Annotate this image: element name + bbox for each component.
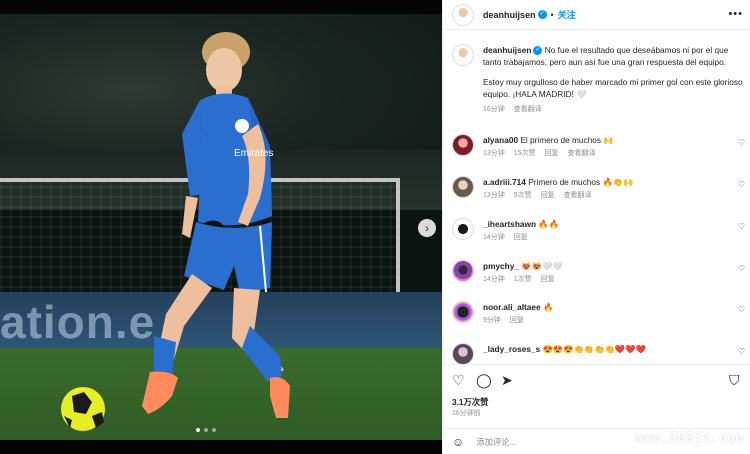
svg-text:Emirates: Emirates (234, 148, 273, 159)
comment-username[interactable]: alyana00 (483, 135, 518, 145)
avatar[interactable] (452, 3, 474, 26)
heart-icon[interactable]: ♡ (738, 305, 745, 314)
carousel-indicator (196, 428, 216, 432)
avatar[interactable] (452, 260, 474, 282)
comment-meta: 13分钟 15次赞 回复 查看翻译 (483, 148, 731, 160)
avatar[interactable] (452, 44, 474, 66)
comment-item: _iheartshawn 🔥🔥 14分钟 回复 ♡ (452, 218, 749, 244)
post-sidebar: deanhuijsen ✓ • 关注 ••• deanhuijsen ✓ No f… (442, 0, 750, 454)
player-figure: Emirates (142, 32, 290, 418)
see-translation-link[interactable]: 查看翻译 (567, 150, 595, 157)
comment-meta: 14分钟 回复 (483, 232, 731, 244)
comment-text: 🔥🔥 (538, 219, 560, 229)
caption-text-1: deanhuijsen ✓ No fue el resultado que des… (483, 44, 745, 68)
post-header: deanhuijsen ✓ • 关注 ••• (443, 0, 750, 30)
watermark: www.365jz.com (635, 431, 744, 446)
more-options-icon[interactable]: ••• (728, 8, 743, 20)
chevron-right-icon[interactable]: › (418, 219, 436, 237)
comment-likes[interactable]: 5次赞 (514, 192, 532, 199)
comment-text: El primero de muchos 🙌 (520, 135, 614, 145)
comment-icon[interactable]: ◯ (476, 372, 492, 389)
header-separator: • (550, 9, 554, 20)
see-translation-link[interactable]: 查看翻译 (564, 192, 592, 199)
avatar[interactable] (452, 176, 474, 198)
post-actions-bar: ♡ ◯ ➤ ⛉ (443, 364, 750, 394)
football (61, 387, 105, 431)
carousel-dot (212, 428, 216, 432)
comment-username[interactable]: noor.ali_altaee (483, 302, 541, 312)
heart-icon[interactable]: ♡ (738, 138, 745, 147)
caption-username[interactable]: deanhuijsen (483, 45, 531, 55)
comment-item: a.adriii.714 Primero de muchos 🔥👏🙌 13分钟 … (452, 176, 749, 202)
heart-icon[interactable]: ♡ (452, 372, 465, 389)
post-time: 16分钟前 (452, 410, 481, 417)
photo-letterbox-top (0, 0, 442, 14)
comment-time: 14分钟 (483, 276, 505, 283)
emoji-icon[interactable]: ☺ (452, 435, 464, 449)
comment-time: 13分钟 (483, 150, 505, 157)
verified-badge-icon: ✓ (533, 46, 543, 56)
see-translation-link[interactable]: 查看翻译 (514, 106, 542, 113)
comment-item: noor.ali_altaee 🔥 9分钟 回复 ♡ (452, 301, 749, 327)
caption-time: 16分钟 (483, 106, 505, 113)
comment-username[interactable]: _lady_roses_s (483, 344, 540, 354)
post-author-username[interactable]: deanhuijsen (483, 10, 536, 20)
comment-likes[interactable]: 15次赞 (514, 150, 536, 157)
caption-line-2: Estoy muy orgulloso de haber marcado mi … (483, 77, 743, 99)
instagram-post: ation.e Emirates › deanhuijsen ✓ • 关注 ••… (0, 0, 750, 454)
comment-text: 😍😍😍👏👏👏👏❤️❤️❤️ (542, 344, 646, 354)
comment-input[interactable]: 添加评论... (476, 436, 516, 448)
comment-likes[interactable]: 1次赞 (514, 276, 532, 283)
follow-button[interactable]: 关注 (558, 8, 576, 21)
reply-link[interactable]: 回复 (545, 150, 559, 157)
avatar[interactable] (452, 218, 474, 240)
likes-count[interactable]: 3.1万次赞 (452, 396, 488, 408)
carousel-dot (204, 428, 208, 432)
comment-meta: 9分钟 回复 (483, 315, 731, 327)
bookmark-icon[interactable]: ⛉ (729, 372, 740, 389)
reply-link[interactable]: 回复 (510, 317, 524, 324)
heart-icon[interactable]: ♡ (738, 264, 745, 273)
comment-time: 13分钟 (483, 192, 505, 199)
comment-time: 14分钟 (483, 234, 505, 241)
comment-username[interactable]: _iheartshawn (483, 219, 536, 229)
avatar[interactable] (452, 134, 474, 156)
post-caption: deanhuijsen ✓ No fue el resultado que des… (452, 44, 747, 116)
comment-username[interactable]: a.adriii.714 (483, 177, 526, 187)
reply-link[interactable]: 回复 (541, 192, 555, 199)
comment-text: 😻😻🤍🤍 (521, 261, 563, 271)
carousel-dot-active (196, 428, 200, 432)
share-icon[interactable]: ➤ (501, 372, 513, 389)
verified-badge-icon: ✓ (537, 10, 547, 19)
comment-text: 🔥 (542, 302, 554, 312)
reply-link[interactable]: 回复 (514, 234, 528, 241)
photo-letterbox-bottom (0, 440, 442, 454)
comment-text: Primero de muchos 🔥👏🙌 (528, 177, 634, 187)
comment-meta: 14分钟 1次赞 回复 (483, 274, 731, 286)
post-photo[interactable]: ation.e Emirates › (0, 0, 442, 454)
heart-icon[interactable]: ♡ (738, 347, 745, 356)
comment-item: pmychy_ 😻😻🤍🤍 14分钟 1次赞 回复 ♡ (452, 260, 749, 286)
comment-time: 9分钟 (483, 317, 501, 324)
reply-link[interactable]: 回复 (541, 276, 555, 283)
avatar[interactable] (452, 301, 474, 323)
comment-item: alyana00 El primero de muchos 🙌 13分钟 15次… (452, 134, 749, 160)
comment-item: _lady_roses_s 😍😍😍👏👏👏👏❤️❤️❤️ ♡ (452, 343, 749, 365)
heart-icon[interactable]: ♡ (738, 222, 745, 231)
comment-username[interactable]: pmychy_ (483, 261, 519, 271)
avatar[interactable] (452, 343, 474, 365)
comment-meta: 13分钟 5次赞 回复 查看翻译 (483, 190, 731, 202)
heart-icon[interactable]: ♡ (738, 180, 745, 189)
caption-meta: 16分钟 查看翻译 (483, 104, 745, 116)
